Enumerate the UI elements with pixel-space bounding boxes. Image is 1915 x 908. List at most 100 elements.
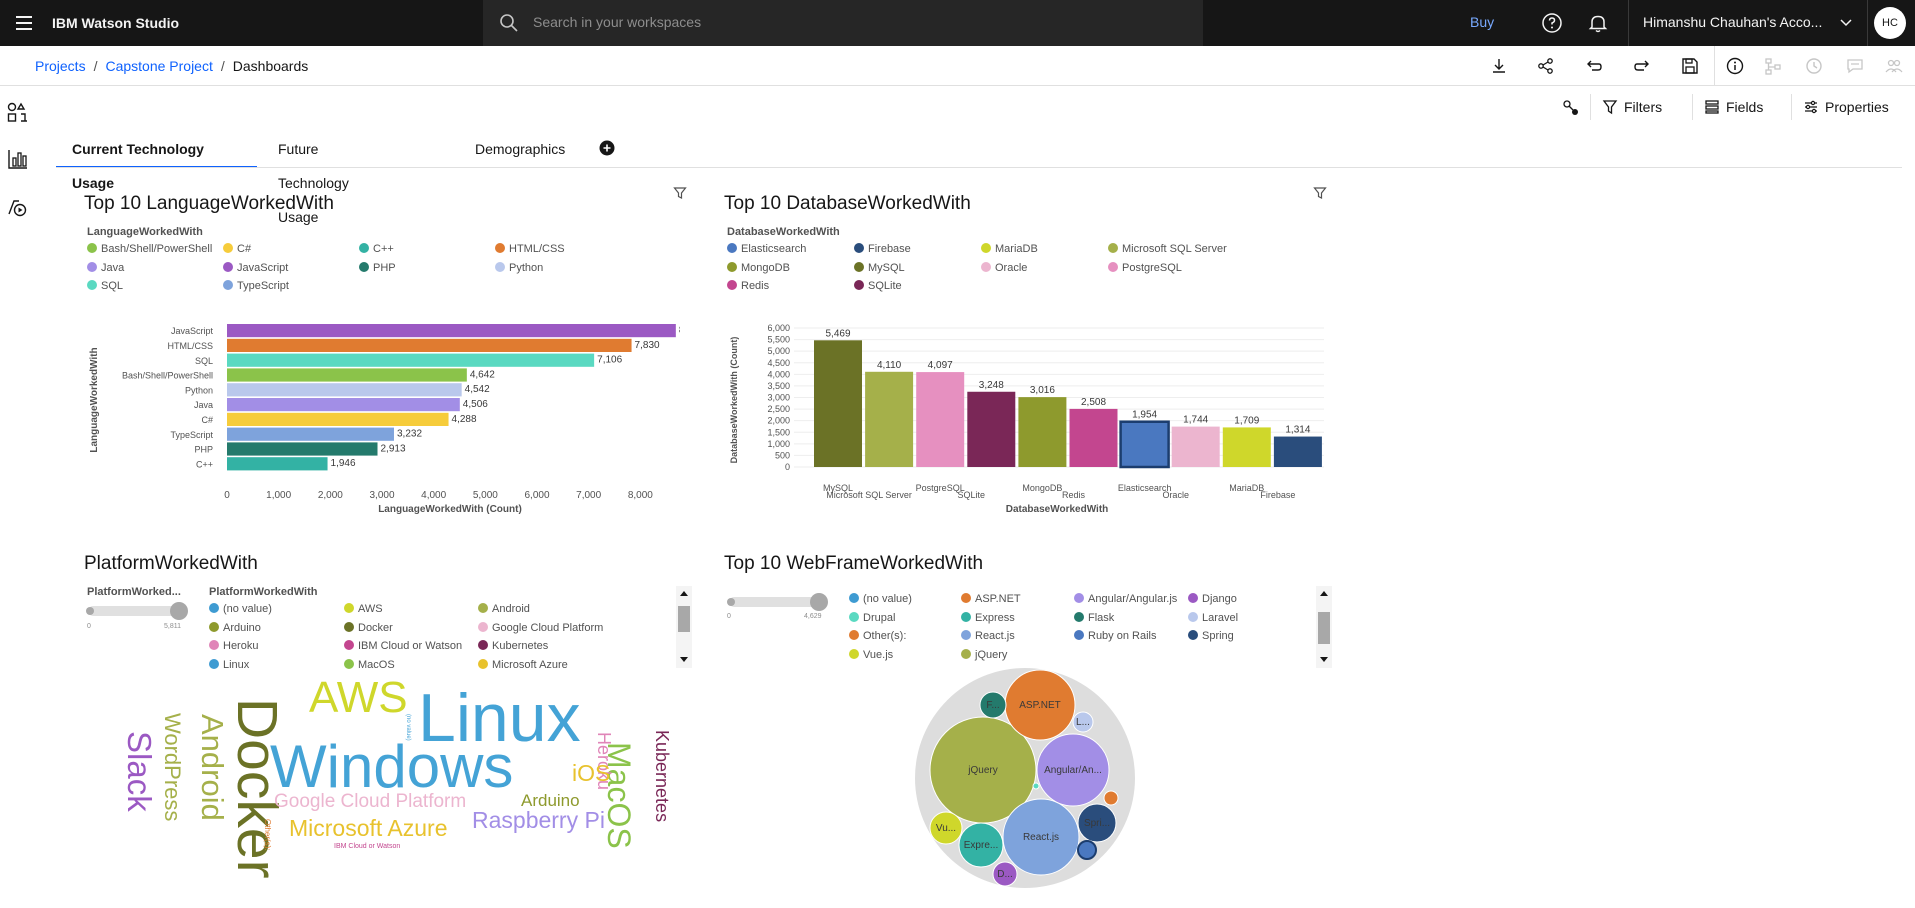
y-tick-label: 4,500 bbox=[767, 358, 790, 368]
tab-underline bbox=[56, 167, 1902, 168]
legend-item[interactable]: React.js bbox=[961, 630, 1015, 642]
legend-item[interactable]: AWS bbox=[344, 603, 383, 615]
legend-swatch bbox=[854, 280, 864, 290]
legend-item[interactable]: Django bbox=[1188, 593, 1237, 605]
share-icon[interactable] bbox=[1536, 56, 1556, 76]
legend-item[interactable]: IBM Cloud or Watson bbox=[344, 640, 462, 652]
notification-bell-icon[interactable] bbox=[1586, 11, 1610, 35]
slider-handle[interactable] bbox=[810, 593, 828, 611]
tab-current-technology-usage[interactable]: Current Technology Usage bbox=[56, 132, 257, 191]
assets-icon[interactable] bbox=[6, 100, 30, 124]
properties-button[interactable]: Properties bbox=[1791, 94, 1889, 120]
legend-item[interactable]: Kubernetes bbox=[478, 640, 548, 652]
slider-handle[interactable] bbox=[86, 607, 94, 615]
breadcrumb-capstone-project[interactable]: Capstone Project bbox=[105, 58, 212, 74]
legend-item[interactable]: C++ bbox=[359, 243, 394, 255]
legend-scrollbar[interactable] bbox=[676, 586, 692, 668]
word-cloud-word: Other(s): bbox=[263, 819, 272, 851]
legend-item[interactable]: HTML/CSS bbox=[495, 243, 565, 255]
legend-item[interactable]: Firebase bbox=[854, 243, 911, 255]
data-label: 1,954 bbox=[1132, 410, 1157, 421]
legend-item[interactable]: Drupal bbox=[849, 611, 895, 624]
tab-future-technology-usage[interactable]: Future Technology Usage bbox=[262, 132, 365, 225]
connect-icon[interactable] bbox=[1562, 99, 1580, 117]
legend-item[interactable]: Android bbox=[478, 603, 530, 615]
legend-item[interactable]: ASP.NET bbox=[961, 593, 1021, 605]
legend-item[interactable]: Redis bbox=[727, 280, 769, 292]
legend-item[interactable]: MariaDB bbox=[981, 243, 1038, 255]
download-icon[interactable] bbox=[1489, 56, 1509, 76]
redo-icon[interactable] bbox=[1632, 56, 1652, 76]
app-brand[interactable]: IBM Watson Studio bbox=[52, 0, 179, 46]
navigation-paths-icon[interactable] bbox=[6, 195, 30, 219]
legend-item[interactable]: C# bbox=[223, 243, 251, 255]
undo-icon[interactable] bbox=[1584, 56, 1604, 76]
legend-item[interactable]: Ruby on Rails bbox=[1074, 630, 1156, 642]
legend-item[interactable]: MongoDB bbox=[727, 261, 790, 274]
legend-item[interactable]: (no value) bbox=[209, 603, 272, 615]
platforms-word-cloud: WindowsLinuxDockerAWSAndroidSlack WordPre… bbox=[121, 680, 672, 879]
legend-item[interactable]: Arduino bbox=[209, 621, 261, 634]
scroll-down-icon[interactable] bbox=[1319, 656, 1329, 664]
visualizations-icon[interactable] bbox=[6, 147, 30, 171]
legend-item[interactable]: SQLite bbox=[854, 280, 902, 292]
legend-item[interactable]: Laravel bbox=[1188, 611, 1239, 624]
fields-button[interactable]: Fields bbox=[1692, 94, 1763, 120]
buy-link[interactable]: Buy bbox=[1470, 0, 1494, 44]
legend-item[interactable]: (no value) bbox=[849, 593, 912, 605]
scroll-thumb[interactable] bbox=[1318, 612, 1330, 644]
tab-demographics[interactable]: Demographics bbox=[459, 132, 581, 168]
hamburger-menu-icon[interactable] bbox=[8, 7, 40, 39]
legend-item[interactable]: Bash/Shell/PowerShell bbox=[87, 243, 212, 255]
legend-item[interactable]: Microsoft Azure bbox=[478, 658, 568, 671]
legend-item[interactable]: Vue.js bbox=[849, 648, 893, 661]
legend-item[interactable]: Spring bbox=[1188, 630, 1234, 642]
filters-button[interactable]: Filters bbox=[1590, 94, 1662, 120]
search-input[interactable]: Search in your workspaces bbox=[483, 0, 1203, 46]
legend-scrollbar[interactable] bbox=[1316, 586, 1332, 668]
avatar[interactable]: HC bbox=[1874, 7, 1906, 39]
legend-item[interactable]: Docker bbox=[344, 621, 393, 634]
legend-item[interactable]: Oracle bbox=[981, 261, 1027, 274]
save-icon[interactable] bbox=[1680, 56, 1700, 76]
filter-icon[interactable] bbox=[1313, 186, 1327, 200]
legend-item[interactable]: MySQL bbox=[854, 261, 905, 274]
legend-item[interactable]: Microsoft SQL Server bbox=[1108, 243, 1227, 255]
legend-item[interactable]: MacOS bbox=[344, 658, 395, 671]
legend-item[interactable]: Elasticsearch bbox=[727, 243, 806, 255]
legend-item[interactable]: PHP bbox=[359, 261, 396, 274]
legend-item[interactable]: Other(s): bbox=[849, 630, 906, 642]
word-cloud-word: (no value) bbox=[405, 714, 411, 741]
breadcrumb-projects[interactable]: Projects bbox=[35, 58, 86, 74]
legend-item[interactable]: jQuery bbox=[961, 648, 1007, 661]
scroll-thumb[interactable] bbox=[678, 606, 690, 632]
legend-swatch bbox=[344, 658, 354, 669]
filter-icon[interactable] bbox=[673, 186, 687, 200]
scroll-up-icon[interactable] bbox=[679, 589, 689, 597]
legend-item[interactable]: JavaScript bbox=[223, 261, 288, 274]
legend-item[interactable]: Angular/Angular.js bbox=[1074, 593, 1177, 605]
scroll-down-icon[interactable] bbox=[679, 656, 689, 664]
account-switcher[interactable]: Himanshu Chauhan's Acco... bbox=[1628, 0, 1868, 46]
help-icon[interactable] bbox=[1540, 11, 1564, 35]
legend-label: C# bbox=[237, 243, 252, 255]
legend-item[interactable]: Google Cloud Platform bbox=[478, 621, 603, 634]
comment-icon bbox=[1847, 59, 1863, 74]
legend-item[interactable]: Express bbox=[961, 611, 1015, 624]
legend-item[interactable]: Python bbox=[495, 261, 543, 274]
legend-item[interactable]: PostgreSQL bbox=[1108, 261, 1182, 274]
legend-item[interactable]: TypeScript bbox=[223, 280, 289, 292]
legend-item[interactable]: Heroku bbox=[209, 640, 258, 652]
data-label: 1,314 bbox=[1285, 425, 1310, 436]
slider-handle[interactable] bbox=[727, 598, 735, 606]
legend-item[interactable]: Linux bbox=[209, 658, 249, 671]
legend-item[interactable]: Flask bbox=[1074, 611, 1114, 624]
slider-handle[interactable] bbox=[170, 602, 188, 620]
scroll-up-icon[interactable] bbox=[1319, 589, 1329, 597]
legend-label: Laravel bbox=[1202, 611, 1239, 624]
info-icon[interactable] bbox=[1725, 56, 1745, 76]
databases-bar-chart: 05001,0001,5002,0002,5003,0003,5004,0004… bbox=[729, 323, 1324, 515]
legend-item[interactable]: SQL bbox=[87, 280, 123, 292]
add-tab-icon[interactable] bbox=[599, 140, 615, 156]
legend-item[interactable]: Java bbox=[87, 261, 124, 274]
